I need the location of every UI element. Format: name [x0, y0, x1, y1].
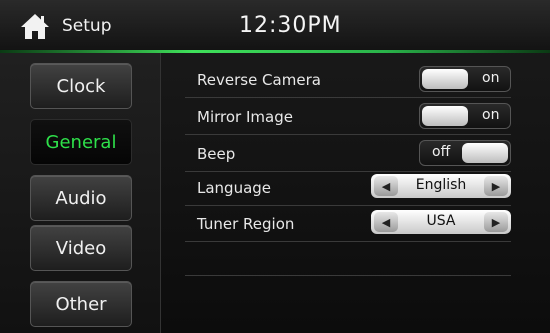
tab-general[interactable]: General	[30, 119, 132, 165]
mirror-image-label: Mirror Image	[197, 108, 293, 126]
arrow-right-icon: ▶	[491, 215, 501, 229]
toggle-state: on	[482, 107, 500, 123]
tab-other[interactable]: Other	[30, 281, 132, 327]
setting-row-tuner-region: Tuner Region ◀ USA ▶	[185, 207, 511, 242]
setup-screen: Setup 12:30PM Clock General Audio Video …	[0, 0, 550, 333]
tuner-region-next-button[interactable]: ▶	[484, 212, 508, 232]
reverse-camera-toggle[interactable]: on	[419, 66, 511, 92]
clock-time: 12:30PM	[239, 13, 342, 38]
toggle-knob	[422, 69, 468, 89]
setting-row-language: Language ◀ English ▶	[185, 171, 511, 206]
setting-row-mirror-image: Mirror Image on	[185, 100, 511, 135]
page-title: Setup	[62, 16, 112, 36]
reverse-camera-label: Reverse Camera	[197, 71, 321, 89]
tab-clock[interactable]: Clock	[30, 63, 132, 109]
toggle-knob	[422, 106, 468, 126]
tab-audio[interactable]: Audio	[30, 175, 132, 221]
header-bar: Setup 12:30PM	[0, 0, 550, 53]
beep-toggle[interactable]: off	[419, 140, 511, 166]
setting-row-beep: Beep off	[185, 137, 511, 172]
beep-label: Beep	[197, 145, 236, 163]
divider-line	[185, 275, 511, 276]
toggle-state: off	[432, 144, 451, 160]
toggle-knob	[462, 143, 508, 163]
arrow-right-icon: ▶	[491, 179, 501, 193]
settings-panel: Reverse Camera on Mirror Image on Beep o…	[160, 53, 550, 333]
language-selector: ◀ English ▶	[371, 174, 511, 198]
language-next-button[interactable]: ▶	[484, 176, 508, 196]
tuner-region-selector: ◀ USA ▶	[371, 210, 511, 234]
sidebar: Clock General Audio Video Other	[0, 53, 161, 333]
language-label: Language	[197, 179, 272, 197]
tuner-region-label: Tuner Region	[197, 215, 295, 233]
home-icon[interactable]	[20, 12, 50, 40]
tab-video[interactable]: Video	[30, 225, 132, 271]
setting-row-reverse-camera: Reverse Camera on	[185, 63, 511, 98]
mirror-image-toggle[interactable]: on	[419, 103, 511, 129]
toggle-state: on	[482, 70, 500, 86]
